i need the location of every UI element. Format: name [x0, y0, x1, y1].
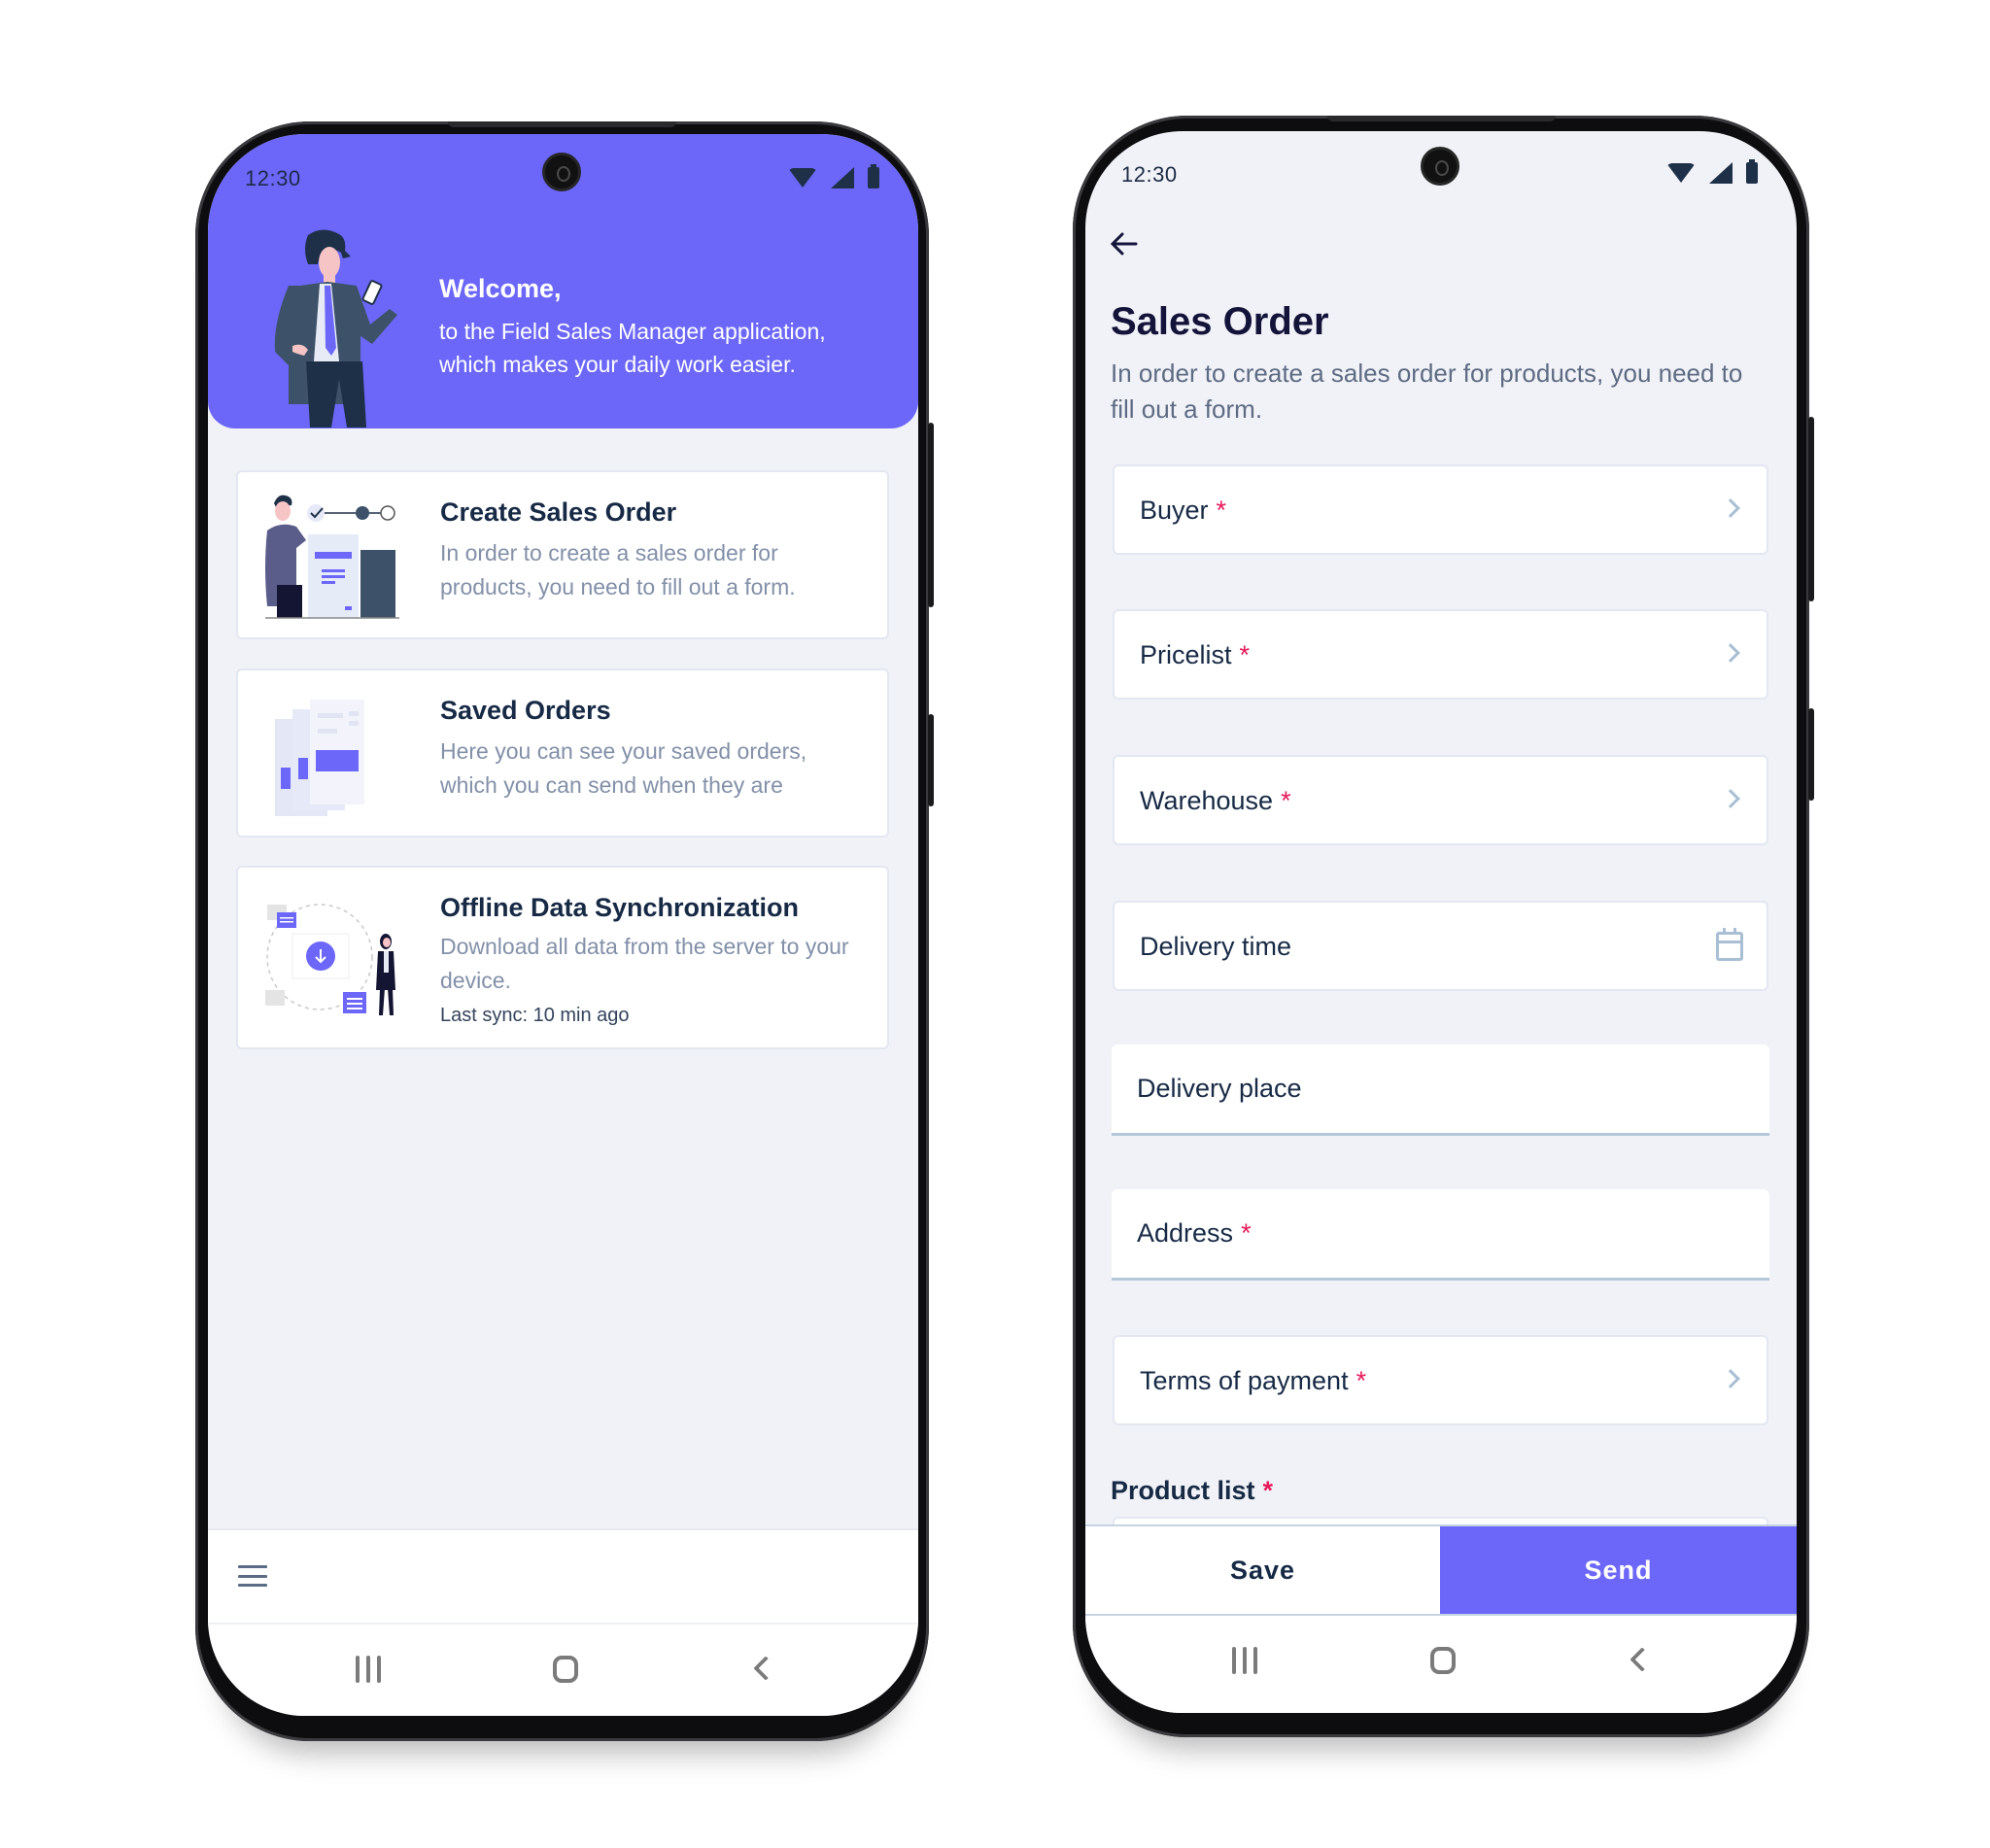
home-icon[interactable]: [553, 1656, 578, 1683]
saved-orders-card[interactable]: Saved Orders Here you can see your saved…: [236, 668, 889, 838]
card-description: Here you can see your saved orders, whic…: [440, 738, 807, 798]
required-marker: *: [1216, 496, 1227, 525]
recent-apps-icon[interactable]: [356, 1656, 381, 1683]
send-button[interactable]: Send: [1440, 1526, 1797, 1614]
required-marker: *: [1239, 640, 1251, 669]
speaker-grille: [1327, 116, 1556, 121]
field-label: Pricelist *: [1140, 640, 1251, 669]
create-order-illustration: [265, 495, 399, 619]
businessman-illustration: [274, 229, 397, 428]
field-label: Address *: [1137, 1218, 1252, 1248]
wifi-icon: [1666, 163, 1696, 183]
chevron-right-icon: [1721, 1369, 1740, 1388]
required-marker: *: [1241, 1218, 1252, 1248]
saved-orders-illustration: [275, 700, 364, 816]
chevron-right-icon: [1721, 643, 1740, 663]
buyer-field[interactable]: Buyer *: [1113, 464, 1768, 555]
page-title: Sales Order: [1111, 300, 1329, 343]
required-marker: *: [1281, 786, 1291, 815]
status-time: 12:30: [1121, 162, 1178, 187]
chevron-right-icon: [1721, 789, 1740, 808]
battery-icon: [868, 164, 879, 188]
power-button: [1808, 708, 1814, 801]
wifi-icon: [788, 168, 817, 188]
battery-icon: [1746, 159, 1758, 184]
card-title: Offline Data Synchronization: [440, 893, 800, 922]
required-marker: *: [1262, 1476, 1274, 1505]
bottom-app-bar: [208, 1528, 918, 1624]
sales-order-screen: 12:30 Sales Order In order to create a s…: [1085, 131, 1797, 1713]
back-nav-icon[interactable]: [1630, 1647, 1655, 1672]
phone-home: Welcome, to the Field Sales Manager appl…: [195, 121, 934, 1741]
delivery-time-field[interactable]: Delivery time: [1113, 901, 1768, 991]
warehouse-field[interactable]: Warehouse *: [1113, 755, 1768, 845]
volume-button: [928, 423, 934, 607]
required-marker: *: [1355, 1366, 1367, 1395]
welcome-subtitle-line2: which makes your daily work easier.: [439, 352, 796, 377]
save-button[interactable]: Save: [1085, 1526, 1440, 1614]
arrow-left-icon[interactable]: [1109, 228, 1140, 259]
hamburger-menu-icon[interactable]: [238, 1565, 267, 1587]
card-title: Saved Orders: [440, 696, 611, 725]
card-description: In order to create a sales order for pro…: [440, 540, 796, 599]
terms-of-payment-field[interactable]: Terms of payment *: [1113, 1335, 1768, 1425]
address-input[interactable]: Address *: [1112, 1189, 1769, 1281]
system-nav-bar: [208, 1623, 918, 1716]
status-icons: [788, 164, 879, 188]
phone-sales-order: 12:30 Sales Order In order to create a s…: [1073, 116, 1814, 1737]
chevron-right-icon: [1721, 498, 1740, 518]
welcome-title: Welcome,: [439, 274, 562, 303]
field-label: Terms of payment *: [1140, 1366, 1367, 1395]
home-screen: Welcome, to the Field Sales Manager appl…: [208, 134, 918, 1716]
sync-illustration: [265, 904, 395, 1015]
volume-button: [1808, 417, 1814, 601]
power-button: [928, 714, 934, 806]
system-nav-bar: [1085, 1616, 1797, 1713]
status-icons: [1666, 159, 1758, 184]
action-bar: Save Send: [1085, 1524, 1797, 1616]
field-label: Delivery time: [1140, 932, 1292, 961]
calendar-icon[interactable]: [1716, 928, 1743, 961]
delivery-place-input[interactable]: Delivery place: [1112, 1044, 1769, 1136]
page-description: In order to create a sales order for pro…: [1111, 359, 1743, 424]
back-nav-icon[interactable]: [753, 1656, 778, 1681]
home-icon[interactable]: [1430, 1647, 1456, 1674]
signal-icon: [1709, 162, 1733, 184]
create-sales-order-card[interactable]: Create Sales Order In order to create a …: [236, 470, 889, 639]
card-description: Download all data from the server to you…: [440, 934, 849, 993]
field-label: Delivery place: [1137, 1074, 1302, 1103]
speaker-grille: [448, 121, 676, 127]
recent-apps-icon[interactable]: [1232, 1647, 1257, 1674]
pricelist-field[interactable]: Pricelist *: [1113, 609, 1768, 700]
field-label: Warehouse *: [1140, 786, 1291, 815]
front-camera: [1421, 147, 1459, 186]
status-time: 12:30: [245, 166, 301, 190]
field-label: Buyer *: [1140, 496, 1227, 525]
last-sync-label: Last sync: 10 min ago: [440, 1005, 630, 1026]
signal-icon: [831, 167, 854, 188]
product-list-label: Product list *: [1111, 1476, 1274, 1505]
front-camera: [542, 153, 581, 191]
card-title: Create Sales Order: [440, 497, 677, 527]
welcome-subtitle-line1: to the Field Sales Manager application,: [439, 319, 826, 344]
offline-sync-card[interactable]: Offline Data Synchronization Download al…: [236, 866, 889, 1049]
